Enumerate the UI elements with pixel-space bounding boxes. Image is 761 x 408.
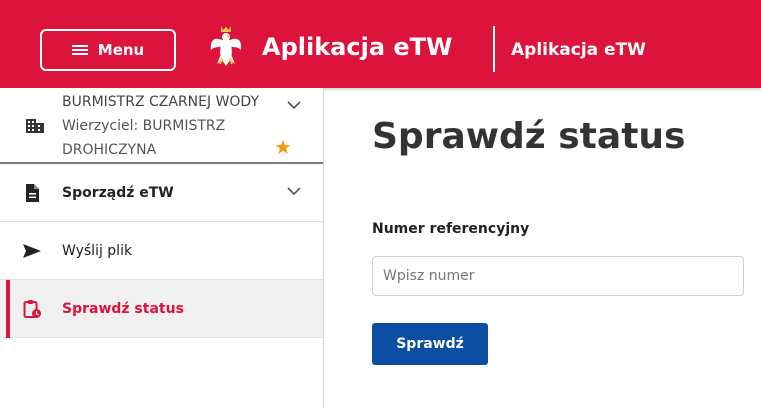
building-icon [26,119,44,133]
check-status-button[interactable]: Sprawdź [372,323,488,365]
sidebar-item-label: Sprawdź status [62,301,184,317]
sidebar-item-sporzadz-etw[interactable]: Sporządź eTW [0,164,323,222]
reference-number-label: Numer referencyjny [372,221,530,237]
favorite-star-icon[interactable]: ★ [274,137,292,157]
eagle-emblem-icon [210,26,242,66]
creditor-label: Wierzyciel: BURMISTRZ [62,118,226,134]
sidebar: BURMISTRZ CZARNEJ WODY Wierzyciel: BURMI… [0,88,324,408]
top-header: Menu Aplikacja eTW Aplikacja eTW [0,0,761,88]
reference-number-input[interactable] [372,256,744,296]
chevron-down-icon [287,187,301,196]
document-icon [26,184,39,202]
sidebar-item-wyslij-plik[interactable]: Wyślij plik [0,222,323,280]
sidebar-item-sprawdz-status[interactable]: Sprawdź status [0,280,323,338]
hamburger-icon [71,44,88,56]
menu-button-label: Menu [97,41,145,59]
page-title: Sprawdź status [372,116,686,157]
app-title[interactable]: Aplikacja eTW [262,30,453,64]
creditor-name: BURMISTRZ CZARNEJ WODY [62,94,259,110]
chevron-down-icon[interactable] [287,100,301,110]
creditor-selector[interactable]: BURMISTRZ CZARNEJ WODY Wierzyciel: BURMI… [0,88,323,164]
send-icon [23,244,41,258]
creditor-label-continued: DROHICZYNA [62,142,157,158]
menu-button[interactable]: Menu [40,29,176,71]
app-subtitle: Aplikacja eTW [511,40,646,60]
sidebar-item-label: Sporządź eTW [62,185,174,201]
clipboard-clock-icon [23,300,41,318]
sidebar-item-label: Wyślij plik [62,243,133,259]
header-divider [493,26,495,72]
